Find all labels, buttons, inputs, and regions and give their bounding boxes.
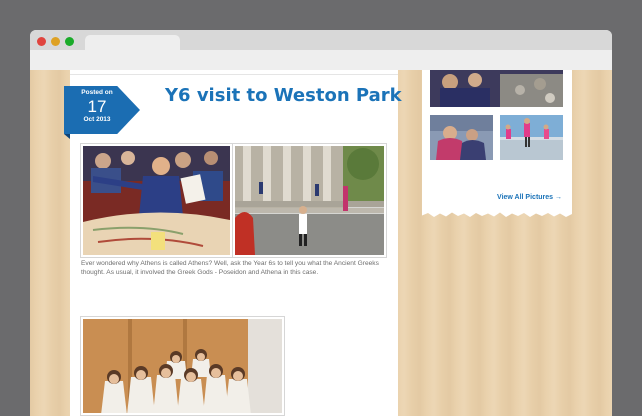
maximize-window-button[interactable] <box>65 37 74 46</box>
blog-post: Posted on 17 Oct 2013 Y6 visit to Weston… <box>64 70 402 416</box>
minimize-window-button[interactable] <box>51 37 60 46</box>
gallery-thumbnail[interactable] <box>430 70 563 107</box>
divider <box>70 74 398 75</box>
browser-toolbar <box>30 50 612 70</box>
gallery-thumbnail[interactable] <box>500 115 563 160</box>
post-photo-museum-steps[interactable] <box>232 143 387 258</box>
post-photo-choir[interactable] <box>80 143 233 258</box>
torn-paper-edge <box>422 212 572 217</box>
pictures-widget: View All Pictures → <box>422 70 572 212</box>
close-window-button[interactable] <box>37 37 46 46</box>
browser-window: Posted on 17 Oct 2013 Y6 visit to Weston… <box>30 30 612 416</box>
ribbon-fold <box>64 134 70 139</box>
post-excerpt: Ever wondered why Athens is called Athen… <box>81 260 379 276</box>
post-title[interactable]: Y6 visit to Weston Park <box>165 85 402 106</box>
posted-label: Posted on <box>81 89 113 96</box>
view-all-pictures-link[interactable]: View All Pictures → <box>497 194 562 201</box>
post-date-ribbon: Posted on 17 Oct 2013 <box>64 86 140 134</box>
browser-titlebar <box>30 30 612 71</box>
post-photo-costumes[interactable] <box>80 316 285 416</box>
post-day: 17 <box>87 97 107 116</box>
post-month-year: Oct 2013 <box>83 116 111 123</box>
web-page: Posted on 17 Oct 2013 Y6 visit to Weston… <box>30 70 612 416</box>
gallery-thumbnail[interactable] <box>430 115 493 160</box>
